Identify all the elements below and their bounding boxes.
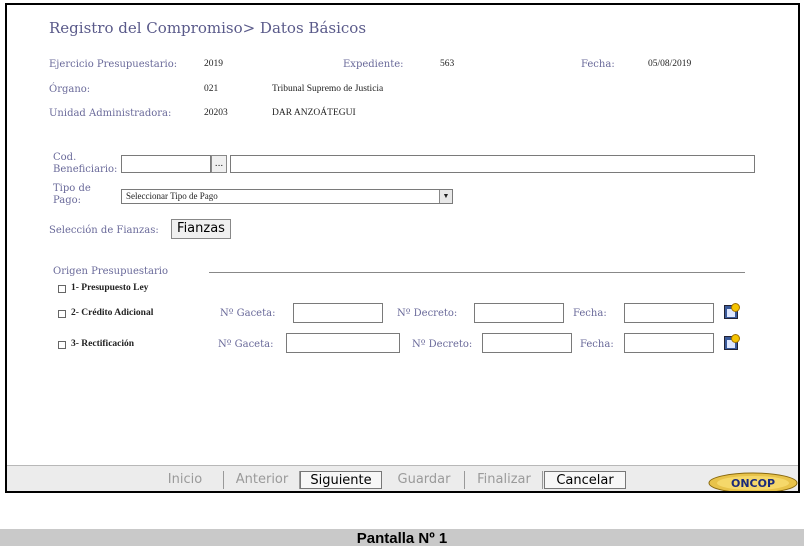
gaceta-label-3: Nº Gaceta:: [218, 339, 274, 350]
fecha-label: Fecha:: [581, 59, 615, 70]
ejercicio-label: Ejercicio Presupuestario:: [49, 59, 178, 70]
decreto-label-2: Nº Decreto:: [397, 308, 458, 319]
unidad-code: 20203: [204, 108, 228, 118]
fianzas-button[interactable]: Fianzas: [171, 219, 231, 239]
application-window: Registro del Compromiso> Datos Básicos E…: [5, 3, 800, 493]
fecha-input-3[interactable]: [624, 333, 714, 353]
gaceta-input-2[interactable]: [293, 303, 383, 323]
oncop-logo-text: ONCOP: [731, 477, 775, 490]
beneficiario-browse-button[interactable]: ...: [211, 155, 227, 173]
pago-label: Pago:: [53, 195, 82, 206]
tipo-label: Tipo de: [53, 183, 91, 194]
rectificacion-checkbox[interactable]: [58, 341, 66, 349]
origen-divider: [209, 272, 745, 273]
guardar-button[interactable]: Guardar: [384, 471, 465, 489]
beneficiario-code-input[interactable]: [121, 155, 211, 173]
tipo-pago-selected: Seleccionar Tipo de Pago: [126, 191, 218, 201]
decreto-input-2[interactable]: [474, 303, 564, 323]
fecha-value: 05/08/2019: [648, 59, 692, 69]
decreto-label-3: Nº Decreto:: [412, 339, 473, 350]
fianzas-label: Selección de Fianzas:: [49, 225, 159, 236]
presupuesto-ley-checkbox[interactable]: [58, 285, 66, 293]
fecha-label-3: Fecha:: [580, 339, 614, 350]
gaceta-label-2: Nº Gaceta:: [220, 308, 276, 319]
ejercicio-value: 2019: [204, 59, 223, 69]
fecha-input-2[interactable]: [624, 303, 714, 323]
rectificacion-label: 3- Rectificación: [71, 339, 135, 349]
beneficiario-name-input[interactable]: [230, 155, 755, 173]
expediente-label: Expediente:: [343, 59, 404, 70]
decreto-input-3[interactable]: [482, 333, 572, 353]
organo-code: 021: [204, 84, 219, 94]
navigation-bar: Inicio Anterior Siguiente Guardar Finali…: [7, 465, 798, 491]
beneficiario-label: Beneficiario:: [53, 164, 118, 175]
organo-label: Órgano:: [49, 84, 91, 95]
inicio-button[interactable]: Inicio: [147, 471, 224, 489]
oncop-logo: ONCOP: [708, 472, 798, 491]
expediente-value: 563: [440, 59, 455, 69]
screen-caption: Pantalla Nº 1: [0, 529, 804, 547]
cod-label: Cod.: [53, 152, 77, 163]
siguiente-button[interactable]: Siguiente: [300, 471, 382, 489]
fecha-label-2: Fecha:: [573, 308, 607, 319]
calendar-icon[interactable]: [724, 334, 740, 350]
credito-adicional-checkbox[interactable]: [58, 310, 66, 318]
presupuesto-ley-label: 1- Presupuesto Ley: [71, 283, 149, 293]
credito-adicional-label: 2- Crédito Adicional: [71, 308, 154, 318]
organo-name: Tribunal Supremo de Justicia: [272, 84, 384, 94]
cancelar-button[interactable]: Cancelar: [544, 471, 626, 489]
finalizar-button[interactable]: Finalizar: [466, 471, 543, 489]
anterior-button[interactable]: Anterior: [225, 471, 300, 489]
unidad-name: DAR ANZOÁTEGUI: [272, 108, 356, 118]
chevron-down-icon[interactable]: ▼: [439, 190, 452, 203]
origen-heading: Origen Presupuestario: [53, 266, 168, 277]
tipo-pago-select[interactable]: Seleccionar Tipo de Pago ▼: [121, 189, 453, 204]
gaceta-input-3[interactable]: [286, 333, 400, 353]
page-title: Registro del Compromiso> Datos Básicos: [49, 19, 367, 37]
calendar-icon[interactable]: [724, 303, 740, 319]
unidad-label: Unidad Administradora:: [49, 108, 172, 119]
